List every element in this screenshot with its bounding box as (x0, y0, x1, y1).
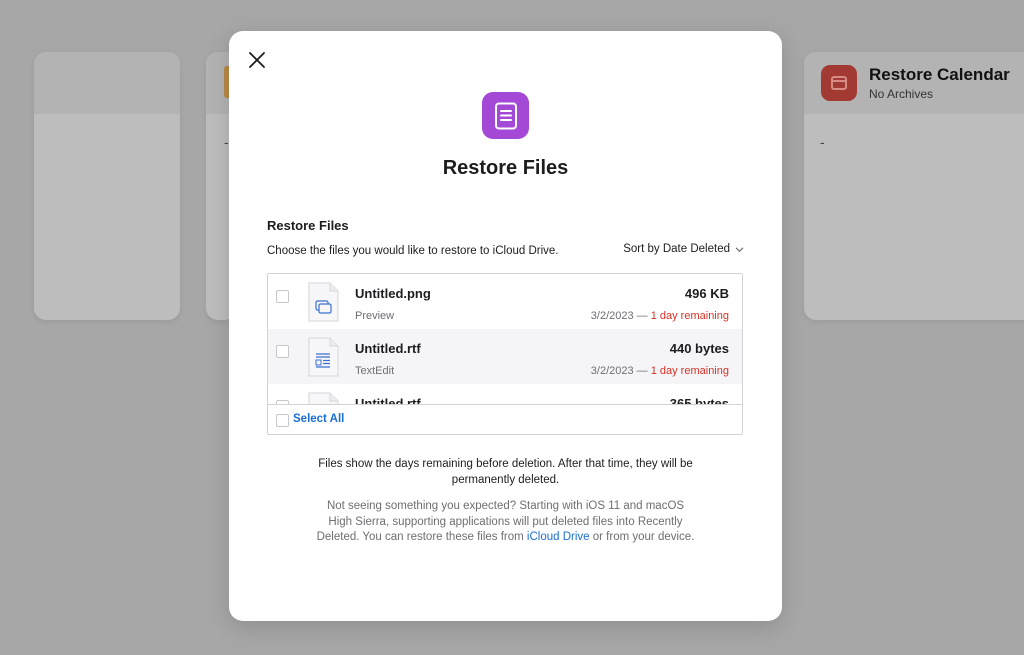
restore-calendar-card: Restore Calendar No Archives - (804, 52, 1024, 320)
section-title: Restore Files (267, 218, 349, 233)
file-deleted-info: 3/2/2023 — 1 day remaining (591, 365, 729, 377)
file-name: Untitled.rtf (355, 341, 421, 356)
text-file-icon (308, 337, 339, 377)
select-all-button[interactable]: Select All (293, 413, 344, 425)
file-row[interactable]: Untitled.png Preview 496 KB 3/2/2023 — 1… (268, 274, 742, 329)
file-list-scroll-area[interactable]: Untitled.png Preview 496 KB 3/2/2023 — 1… (268, 274, 742, 404)
file-app: Preview (355, 310, 395, 322)
file-checkbox[interactable] (276, 345, 289, 358)
close-button[interactable] (245, 48, 269, 72)
file-deleted-info: 3/2/2023 — 1 day remaining (591, 310, 729, 322)
sort-label: Sort by Date Deleted (623, 243, 730, 255)
file-deleted-date: 3/2/2023 — (590, 310, 648, 322)
select-all-bar: Select All (268, 404, 742, 434)
sort-dropdown[interactable]: Sort by Date Deleted (623, 243, 744, 255)
help-note-text-after: or from your device. (589, 531, 695, 543)
image-file-icon (308, 282, 339, 322)
file-list: Untitled.png Preview 496 KB 3/2/2023 — 1… (267, 273, 743, 435)
background-card-left-header (34, 52, 180, 114)
close-icon (249, 52, 265, 68)
dialog-title: Restore Files (442, 157, 569, 179)
background-card-middle-dash: - (224, 134, 229, 150)
chevron-down-icon (735, 247, 744, 252)
file-size: 365 bytes (669, 396, 729, 404)
calendar-icon (821, 65, 857, 101)
file-checkbox[interactable] (276, 290, 289, 303)
file-days-remaining: 1 day remaining (650, 365, 729, 377)
icloud-drive-link[interactable]: iCloud Drive (527, 531, 590, 543)
file-name: Untitled.rtf (355, 396, 421, 404)
restore-calendar-title: Restore Calendar (869, 65, 1010, 84)
section-description: Choose the files you would like to resto… (267, 245, 559, 257)
file-deleted-date: 3/2/2023 — (590, 365, 648, 377)
deletion-note: Files show the days remaining before del… (318, 458, 693, 486)
select-all-checkbox[interactable] (276, 414, 289, 427)
file-row[interactable]: Untitled.rtf 365 bytes (268, 384, 742, 404)
file-app: TextEdit (355, 365, 395, 377)
text-file-icon (308, 392, 339, 404)
file-size: 440 bytes (669, 341, 729, 356)
file-row[interactable]: Untitled.rtf TextEdit 440 bytes 3/2/2023… (268, 329, 742, 384)
file-days-remaining: 1 day remaining (650, 310, 729, 322)
background-card-left (34, 52, 180, 320)
restore-calendar-subtitle: No Archives (869, 87, 934, 101)
restore-calendar-dash: - (820, 134, 825, 150)
document-icon (482, 92, 529, 139)
help-note: Not seeing something you expected? Start… (315, 499, 696, 546)
file-name: Untitled.png (355, 286, 431, 301)
file-size: 496 KB (684, 286, 729, 301)
restore-files-dialog: Restore Files Restore Files Choose the f… (229, 31, 782, 621)
